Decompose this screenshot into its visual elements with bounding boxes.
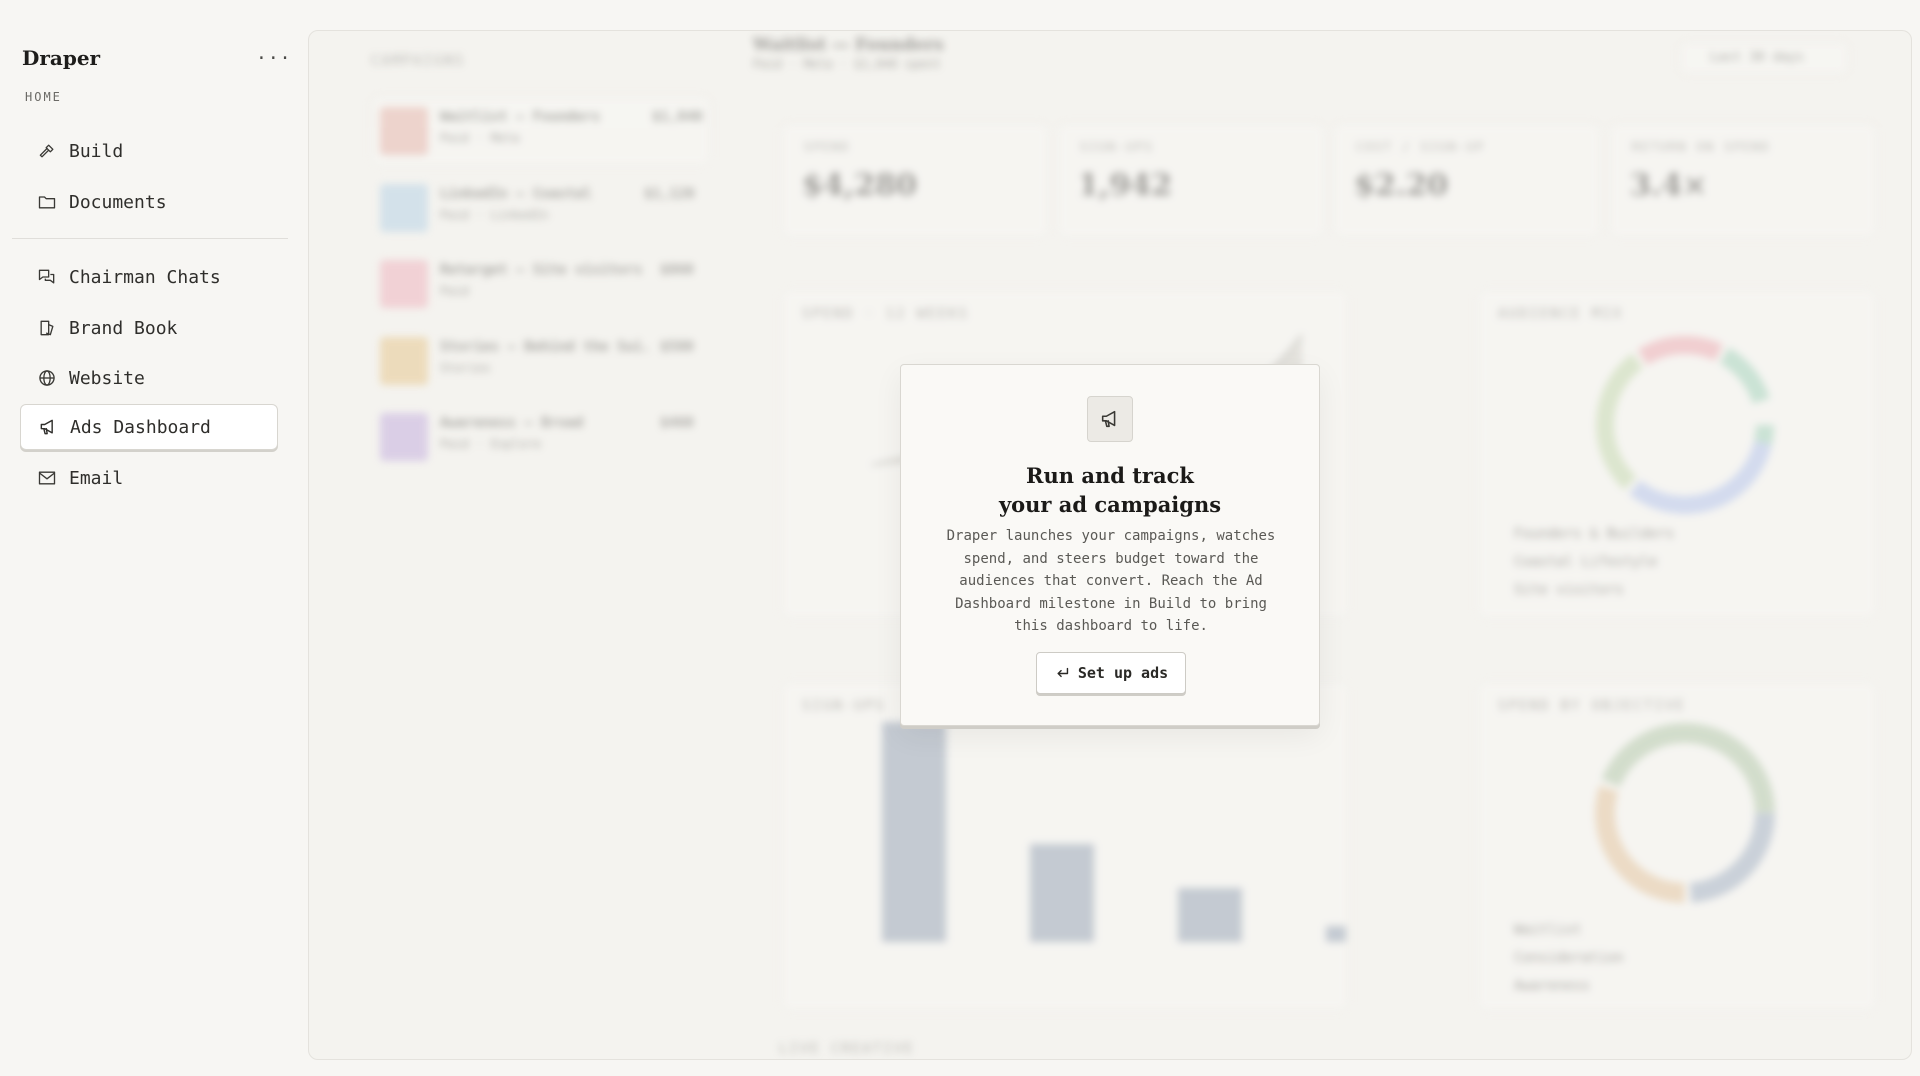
sidebar: Draper ··· HOME Build Documents Chairman… <box>0 0 300 1076</box>
hammer-icon <box>37 141 57 161</box>
sidebar-divider <box>12 238 288 239</box>
folder-icon <box>37 192 57 212</box>
modal-title-line1: Run and track <box>1026 463 1194 488</box>
kpi-card: COST / SIGN-UP $2.20 <box>1333 123 1601 238</box>
campaign-row[interactable]: LinkedIn — Coastal Paid · LinkedIn $1,12… <box>371 173 711 243</box>
book-icon <box>37 318 57 338</box>
campaign-thumbnail <box>380 260 428 308</box>
campaign-row[interactable]: Waitlist — Founders Paid · Meta $1,840 <box>371 96 711 166</box>
header-title: Waitlist — Founders <box>753 35 944 55</box>
sidebar-item-brand-book[interactable]: Brand Book <box>20 305 278 351</box>
campaign-thumbnail <box>380 184 428 232</box>
campaign-row[interactable]: Stories — Behind the Sui. Stories $580 <box>371 326 711 396</box>
chat-bubbles-icon <box>37 267 57 287</box>
campaigns-label: CAMPAIGNS <box>371 53 465 69</box>
sidebar-item-label: Email <box>69 467 124 489</box>
modal-title: Run and track your ad campaigns <box>901 461 1319 519</box>
set-up-ads-button[interactable]: Set up ads <box>1036 652 1186 694</box>
spend-by-objective-card: SPEND BY OBJECTIVE Waitlist Consideratio… <box>1477 681 1877 1011</box>
sidebar-item-label: Ads Dashboard <box>70 416 211 438</box>
sidebar-item-label: Chairman Chats <box>69 266 221 288</box>
more-options-button[interactable]: ··· <box>256 48 292 69</box>
campaign-row[interactable]: Retarget — Site visitors Paid $860 <box>371 249 711 319</box>
modal-title-line2: your ad campaigns <box>998 492 1222 517</box>
sidebar-item-documents[interactable]: Documents <box>20 179 278 225</box>
kpi-card: SIGN-UPS 1,942 <box>1057 123 1325 238</box>
campaign-thumbnail <box>380 413 428 461</box>
globe-icon <box>37 368 57 388</box>
sidebar-item-website[interactable]: Website <box>20 355 278 401</box>
kpi-card: RETURN ON SPEND 3.4× <box>1609 123 1877 238</box>
campaign-thumbnail <box>380 337 428 385</box>
sidebar-item-chairman-chats[interactable]: Chairman Chats <box>20 254 278 300</box>
header-subtitle: Paid · Meta · $1,840 spent <box>753 57 941 71</box>
ads-setup-modal: Run and track your ad campaigns Draper l… <box>900 364 1320 726</box>
section-label: HOME <box>25 90 62 104</box>
audience-mix-card: AUDIENCE MIX Founders & Builders Coastal… <box>1477 289 1877 619</box>
sidebar-item-label: Brand Book <box>69 317 178 339</box>
campaign-thumbnail <box>380 107 428 155</box>
sidebar-item-ads-dashboard[interactable]: Ads Dashboard <box>20 404 278 450</box>
mail-icon <box>37 468 57 488</box>
app-name: Draper <box>22 46 101 70</box>
sidebar-item-build[interactable]: Build <box>20 128 278 174</box>
sidebar-item-label: Website <box>69 367 145 389</box>
megaphone-icon <box>38 417 58 437</box>
megaphone-icon <box>1087 396 1133 442</box>
sidebar-item-label: Build <box>69 140 124 162</box>
signups-chart-card: SIGN-UPS <box>781 681 1349 1011</box>
modal-description: Draper launches your campaigns, watches … <box>946 528 1276 634</box>
kpi-card: SPEND $4,280 <box>781 123 1049 238</box>
set-up-ads-label: Set up ads <box>1077 664 1169 682</box>
sidebar-item-label: Documents <box>69 191 167 213</box>
return-arrow-icon <box>1057 667 1069 677</box>
live-creative-label: LIVE CREATIVE <box>779 1041 915 1057</box>
sidebar-item-email[interactable]: Email <box>20 455 278 501</box>
campaign-row[interactable]: Awareness — Broad Paid · Explore $460 <box>371 402 711 472</box>
date-range-select[interactable]: Last 30 days <box>1679 41 1849 75</box>
